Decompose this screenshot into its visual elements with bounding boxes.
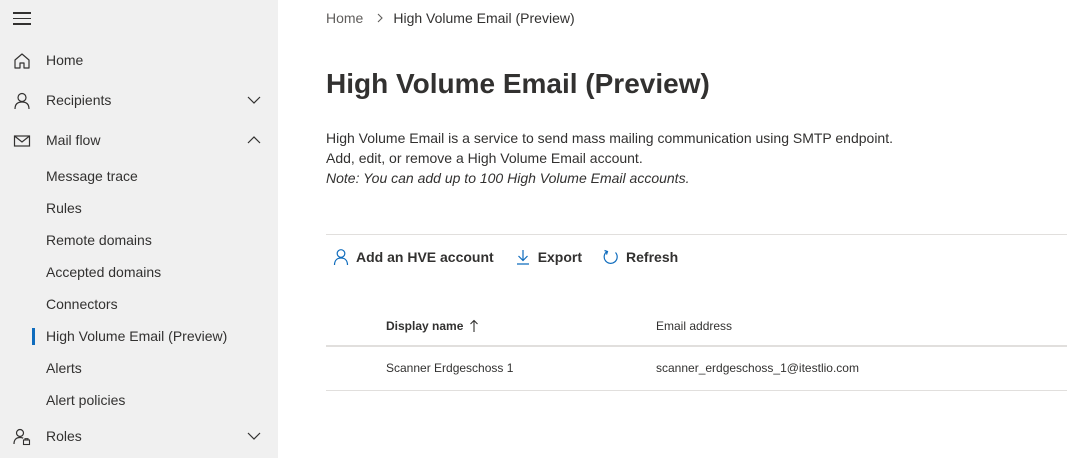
refresh-icon	[603, 249, 618, 264]
sidebar-item-alerts[interactable]: Alerts	[0, 352, 278, 384]
sidebar-item-connectors[interactable]: Connectors	[0, 288, 278, 320]
description-note: Note: You can add up to 100 High Volume …	[326, 170, 690, 186]
table-row[interactable]: Scanner Erdgeschoss 1 scanner_erdgeschos…	[326, 349, 1067, 391]
sidebar-item-label: Message trace	[46, 168, 138, 184]
refresh-label: Refresh	[626, 249, 679, 265]
sidebar-item-label: Home	[46, 52, 84, 68]
cell-display-name: Scanner Erdgeschoss 1	[386, 361, 514, 375]
sidebar-item-label: Remote domains	[46, 232, 152, 248]
description-line: High Volume Email is a service to send m…	[326, 130, 893, 146]
sidebar: Home Recipients Mail flow Message trace …	[0, 0, 278, 458]
sidebar-item-mail-flow[interactable]: Mail flow	[0, 120, 278, 160]
export-button[interactable]: Export	[508, 248, 582, 266]
chevron-down-icon[interactable]	[246, 429, 262, 443]
refresh-button[interactable]: Refresh	[596, 248, 678, 266]
selected-indicator	[32, 328, 35, 345]
home-icon	[14, 53, 30, 69]
mail-icon	[13, 135, 31, 147]
sidebar-item-label: Roles	[46, 428, 82, 444]
chevron-right-icon	[377, 13, 384, 23]
sidebar-item-label: Accepted domains	[46, 264, 162, 280]
divider	[326, 234, 1067, 235]
sidebar-item-label: Rules	[46, 200, 82, 216]
export-label: Export	[537, 249, 583, 265]
sidebar-item-message-trace[interactable]: Message trace	[0, 160, 278, 192]
sidebar-item-home[interactable]: Home	[0, 40, 278, 80]
sidebar-item-remote-domains[interactable]: Remote domains	[0, 224, 278, 256]
column-header-label: Display name	[386, 319, 464, 333]
column-header-email-address[interactable]: Email address	[656, 319, 732, 333]
sort-ascending-icon	[470, 319, 479, 332]
chevron-down-icon[interactable]	[246, 93, 262, 107]
sidebar-item-label: Alerts	[46, 360, 82, 376]
column-header-label: Email address	[656, 319, 733, 333]
breadcrumb: Home High Volume Email (Preview)	[326, 10, 575, 26]
command-bar: Add an HVE account Export Refresh	[326, 245, 692, 269]
sidebar-item-alert-policies[interactable]: Alert policies	[0, 384, 278, 416]
sidebar-item-accepted-domains[interactable]: Accepted domains	[0, 256, 278, 288]
roles-icon	[13, 428, 31, 446]
column-header-display-name[interactable]: Display name	[386, 319, 479, 333]
sidebar-item-label: Recipients	[46, 92, 112, 108]
add-hve-account-label: Add an HVE account	[356, 249, 494, 265]
sidebar-item-label: High Volume Email (Preview)	[46, 328, 228, 344]
page-description: High Volume Email is a service to send m…	[326, 128, 893, 188]
person-icon	[333, 249, 349, 266]
table-header: Display name Email address	[326, 309, 1067, 347]
sidebar-item-roles[interactable]: Roles	[0, 416, 278, 456]
person-icon	[14, 92, 30, 110]
page-title: High Volume Email (Preview)	[326, 68, 710, 99]
sidebar-item-recipients[interactable]: Recipients	[0, 80, 278, 120]
sidebar-item-label: Connectors	[46, 296, 118, 312]
sidebar-item-label: Alert policies	[46, 392, 126, 408]
description-line: Add, edit, or remove a High Volume Email…	[326, 150, 643, 166]
sidebar-item-rules[interactable]: Rules	[0, 192, 278, 224]
download-icon	[516, 250, 529, 265]
hamburger-icon[interactable]	[13, 12, 31, 26]
breadcrumb-home-link[interactable]: Home	[326, 10, 363, 26]
cell-email-address: scanner_erdgeschoss_1@itestlio.com	[656, 361, 859, 375]
sidebar-item-high-volume-email[interactable]: High Volume Email (Preview)	[0, 320, 278, 352]
breadcrumb-current: High Volume Email (Preview)	[393, 10, 575, 26]
sidebar-item-label: Mail flow	[46, 132, 101, 148]
chevron-up-icon[interactable]	[246, 133, 262, 147]
add-hve-account-button[interactable]: Add an HVE account	[326, 248, 494, 266]
